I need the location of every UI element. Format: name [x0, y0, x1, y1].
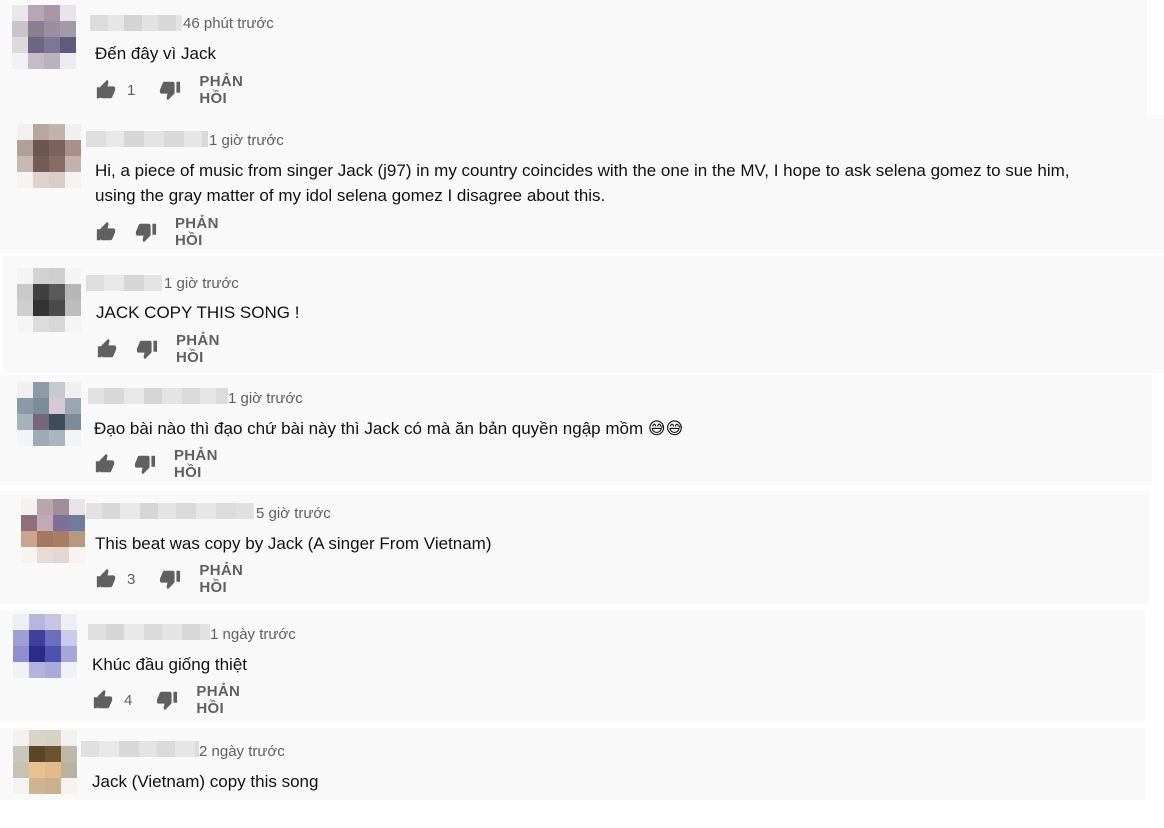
username-blurred[interactable] — [86, 503, 254, 519]
comment-timestamp[interactable]: 5 giờ trước — [256, 505, 331, 522]
avatar[interactable] — [17, 124, 81, 188]
avatar[interactable] — [17, 382, 81, 446]
comment-text-line-1: Hi, a piece of music from singer Jack (j… — [95, 161, 1070, 180]
avatar[interactable] — [12, 5, 76, 69]
reply-button[interactable]: PHẢN HỒI — [174, 447, 218, 481]
comment-actions: PHẢN HỒI — [95, 215, 219, 249]
reply-button[interactable]: PHẢN HỒI — [199, 73, 248, 107]
comment-timestamp[interactable]: 1 giờ trước — [164, 275, 239, 292]
like-count: 4 — [124, 691, 133, 709]
like-count: 1 — [127, 81, 136, 99]
username-blurred[interactable] — [81, 741, 199, 757]
thumbs-up-icon[interactable] — [96, 338, 118, 360]
thumbs-up-icon[interactable] — [95, 79, 117, 101]
like-count: 3 — [127, 570, 136, 588]
comment-text-line-2: using the gray matter of my idol selena … — [95, 186, 606, 205]
comment-timestamp[interactable]: 2 ngày trước — [199, 743, 285, 760]
thumbs-down-icon[interactable] — [136, 338, 158, 360]
emoji-grinning-sweat-icon: 😅😅 — [647, 419, 684, 438]
comment-timestamp[interactable]: 1 giờ trước — [209, 132, 284, 149]
avatar[interactable] — [13, 730, 77, 794]
comment-timestamp[interactable]: 1 giờ trước — [228, 390, 303, 407]
avatar[interactable] — [17, 268, 81, 332]
comment-actions: PHẢN HỒI — [96, 332, 220, 366]
reply-button[interactable]: PHẢN HỒI — [175, 215, 219, 249]
comment-text: Jack (Vietnam) copy this song — [92, 772, 319, 791]
comment-timestamp[interactable]: 46 phút trước — [183, 15, 274, 32]
reply-button[interactable]: PHẢN HỒI — [176, 332, 220, 366]
thumbs-up-icon[interactable] — [92, 689, 114, 711]
username-blurred[interactable] — [86, 275, 162, 291]
thumbs-up-icon[interactable] — [95, 568, 117, 590]
username-blurred[interactable] — [88, 388, 228, 404]
comment-timestamp[interactable]: 1 ngày trước — [210, 626, 296, 643]
comment-text: Đạo bài nào thì đạo chứ bài này thì Jack… — [94, 416, 683, 441]
comment-actions: 1 PHẢN HỒI — [95, 73, 249, 107]
username-blurred[interactable] — [90, 15, 182, 31]
comment-text: JACK COPY THIS SONG ! — [96, 303, 300, 322]
thumbs-down-icon[interactable] — [134, 453, 156, 475]
username-blurred[interactable] — [86, 131, 208, 147]
thumbs-down-icon[interactable] — [159, 79, 181, 101]
reply-button[interactable]: PHẢN HỒI — [196, 683, 245, 717]
comment-actions: PHẢN HỒI — [94, 447, 218, 481]
thumbs-down-icon[interactable] — [156, 689, 178, 711]
thumbs-up-icon[interactable] — [94, 453, 116, 475]
comment-actions: 3 PHẢN HỒI — [95, 562, 249, 596]
comment-text-body: Đạo bài nào thì đạo chứ bài này thì Jack… — [94, 419, 644, 438]
thumbs-down-icon[interactable] — [159, 568, 181, 590]
avatar[interactable] — [21, 499, 85, 563]
thumbs-up-icon[interactable] — [95, 221, 117, 243]
username-blurred[interactable] — [88, 624, 210, 640]
comment-text: Đến đây vì Jack — [95, 44, 216, 63]
thumbs-down-icon[interactable] — [135, 221, 157, 243]
comment-text: Khúc đầu giống thiệt — [92, 655, 248, 674]
comment-text: This beat was copy by Jack (A singer Fro… — [95, 534, 492, 553]
avatar[interactable] — [13, 614, 77, 678]
comment-actions: 4 PHẢN HỒI — [92, 683, 246, 717]
reply-button[interactable]: PHẢN HỒI — [199, 562, 248, 596]
